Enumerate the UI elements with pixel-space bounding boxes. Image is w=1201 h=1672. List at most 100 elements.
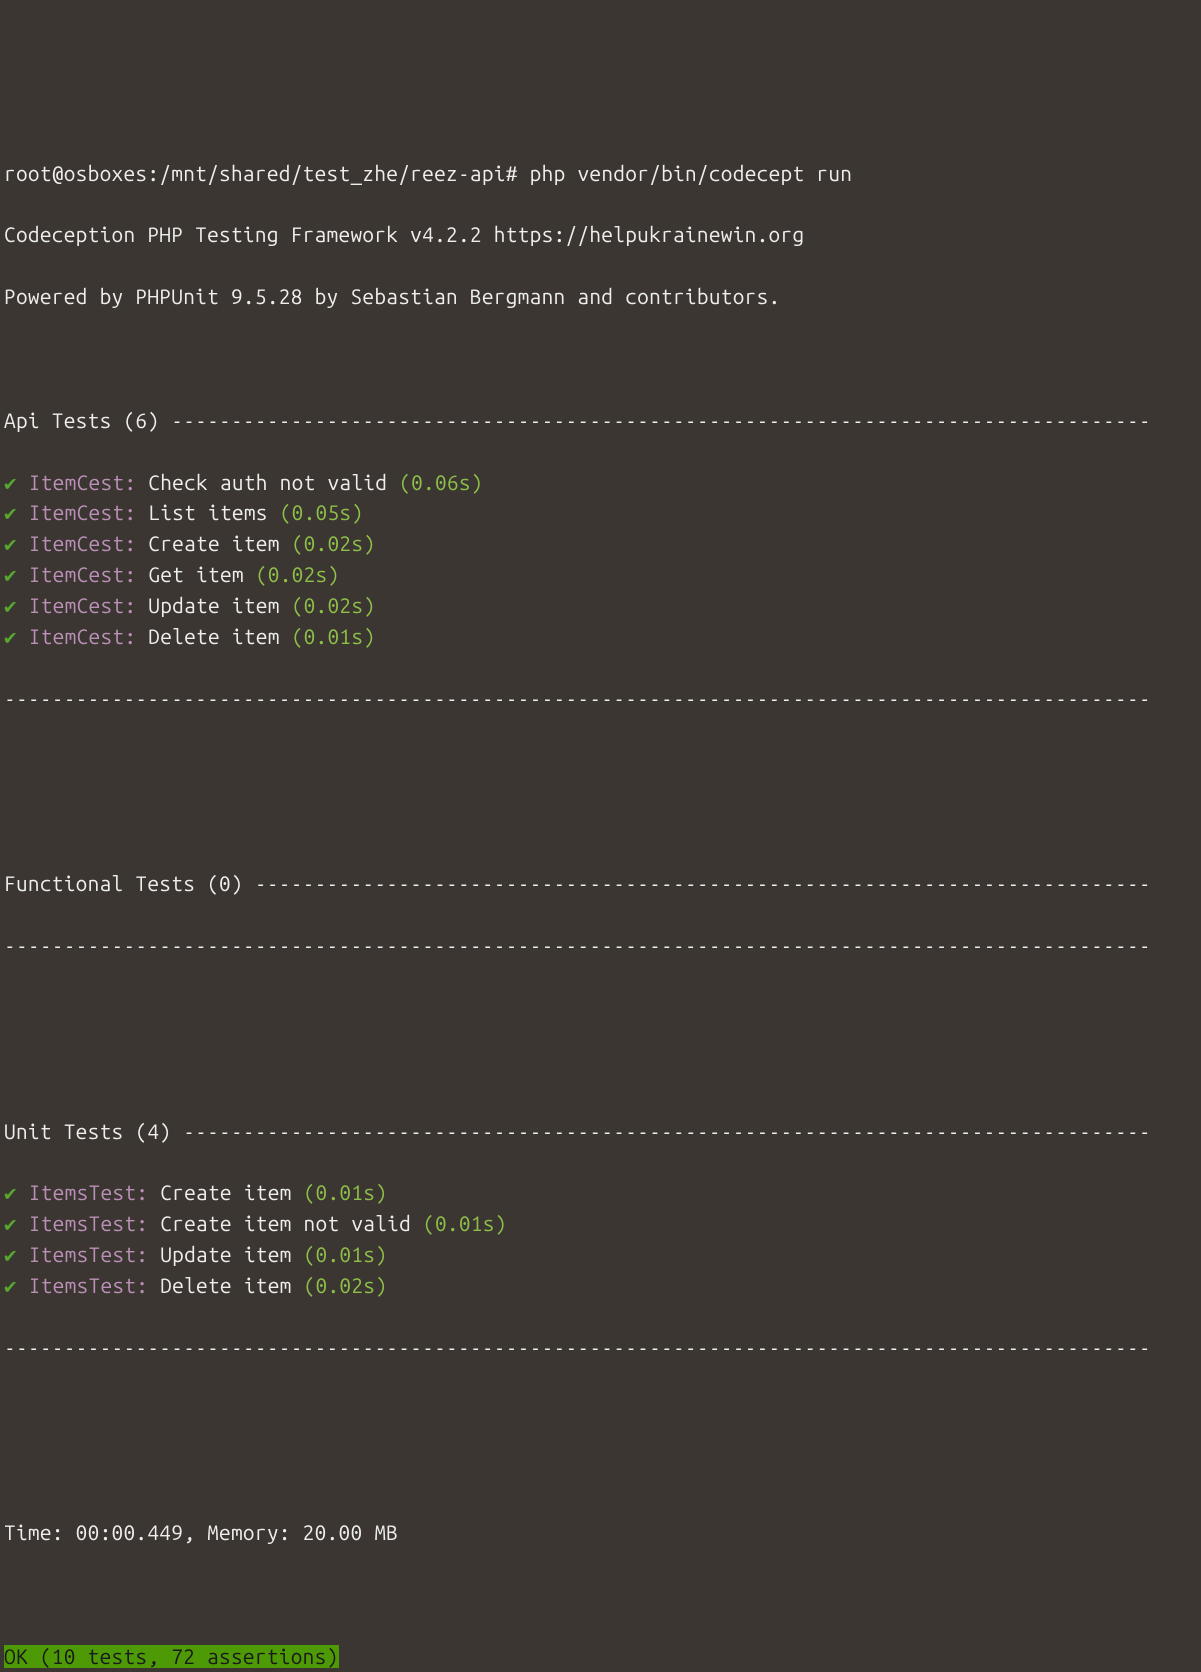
test-name: Create item <box>160 1181 291 1204</box>
check-icon: ✔ <box>4 563 17 586</box>
header-line-2: Powered by PHPUnit 9.5.28 by Sebastian B… <box>4 282 1201 313</box>
test-class: ItemCest: <box>29 563 137 586</box>
space <box>136 625 148 648</box>
space <box>292 1181 304 1204</box>
space <box>268 501 280 524</box>
blank-line <box>4 344 1201 375</box>
unit-suite-header: Unit Tests (4) -------------------------… <box>4 1117 1201 1148</box>
space <box>244 563 256 586</box>
space <box>148 1243 160 1266</box>
test-name: Delete item <box>160 1274 291 1297</box>
check-icon: ✔ <box>4 1212 17 1235</box>
check-icon: ✔ <box>4 532 17 555</box>
test-time: (0.05s) <box>280 501 364 524</box>
dashes: ----------------------------------------… <box>4 684 1201 715</box>
check-icon: ✔ <box>4 1181 17 1204</box>
ok-line: OK (10 tests, 72 assertions) <box>4 1642 1201 1672</box>
test-row: ✔ ItemsTest: Create item not valid (0.01… <box>4 1209 1201 1240</box>
space <box>148 1212 160 1235</box>
test-class: ItemsTest: <box>29 1274 148 1297</box>
check-icon: ✔ <box>4 594 17 617</box>
test-name: List items <box>148 501 267 524</box>
space <box>411 1212 423 1235</box>
test-time: (0.02s) <box>292 532 376 555</box>
test-time: (0.02s) <box>292 594 376 617</box>
dashes: ----------------------------------------… <box>183 1120 1151 1143</box>
test-class: ItemsTest: <box>29 1212 148 1235</box>
test-row: ✔ ItemCest: Delete item (0.01s) <box>4 622 1201 653</box>
unit-tests-list: ✔ ItemsTest: Create item (0.01s)✔ ItemsT… <box>4 1178 1201 1302</box>
space <box>292 1274 304 1297</box>
space <box>17 1212 29 1235</box>
dashes: ----------------------------------------… <box>171 409 1151 432</box>
blank-line <box>4 1580 1201 1611</box>
space <box>280 532 292 555</box>
test-row: ✔ ItemCest: Get item (0.02s) <box>4 560 1201 591</box>
dashes: ----------------------------------------… <box>4 931 1201 962</box>
space <box>136 501 148 524</box>
time-memory: Time: 00:00.449, Memory: 20.00 MB <box>4 1518 1201 1549</box>
test-name: Update item <box>148 594 279 617</box>
terminal-output[interactable]: root@osboxes:/mnt/shared/test_zhe/reez-a… <box>4 128 1201 1672</box>
space <box>518 162 530 185</box>
test-name: Delete item <box>148 625 279 648</box>
prompt-line: root@osboxes:/mnt/shared/test_zhe/reez-a… <box>4 159 1201 190</box>
test-name: Get item <box>148 563 244 586</box>
test-time: (0.01s) <box>423 1212 507 1235</box>
prompt-path: /mnt/shared/test_zhe/reez-api <box>159 162 505 185</box>
blank-line <box>4 1457 1201 1488</box>
test-row: ✔ ItemsTest: Update item (0.01s) <box>4 1240 1201 1271</box>
functional-suite-title: Functional Tests (0) <box>4 872 255 895</box>
test-name: Check auth not valid <box>148 471 387 494</box>
space <box>17 501 29 524</box>
test-class: ItemCest: <box>29 501 137 524</box>
test-row: ✔ ItemCest: Create item (0.02s) <box>4 529 1201 560</box>
test-time: (0.02s) <box>256 563 340 586</box>
header-line-1: Codeception PHP Testing Framework v4.2.2… <box>4 220 1201 251</box>
blank-line <box>4 746 1201 777</box>
space <box>148 1181 160 1204</box>
blank-line <box>4 993 1201 1024</box>
test-row: ✔ ItemsTest: Delete item (0.02s) <box>4 1271 1201 1302</box>
space <box>280 625 292 648</box>
space <box>17 532 29 555</box>
unit-suite-title: Unit Tests (4) <box>4 1120 183 1143</box>
dashes: ----------------------------------------… <box>4 1333 1201 1364</box>
space <box>17 471 29 494</box>
api-tests-list: ✔ ItemCest: Check auth not valid (0.06s)… <box>4 468 1201 653</box>
check-icon: ✔ <box>4 1274 17 1297</box>
test-time: (0.01s) <box>292 625 376 648</box>
check-icon: ✔ <box>4 625 17 648</box>
test-class: ItemsTest: <box>29 1243 148 1266</box>
test-name: Create item <box>148 532 279 555</box>
space <box>17 563 29 586</box>
blank-line <box>4 1055 1201 1086</box>
check-icon: ✔ <box>4 1243 17 1266</box>
space <box>17 594 29 617</box>
ok-status: OK (10 tests, 72 assertions) <box>4 1645 339 1668</box>
space <box>280 594 292 617</box>
test-time: (0.01s) <box>304 1181 388 1204</box>
space <box>17 1243 29 1266</box>
test-row: ✔ ItemCest: Update item (0.02s) <box>4 591 1201 622</box>
space <box>17 1181 29 1204</box>
test-name: Update item <box>160 1243 291 1266</box>
check-icon: ✔ <box>4 501 17 524</box>
test-time: (0.06s) <box>399 471 483 494</box>
dashes: ----------------------------------------… <box>255 872 1151 895</box>
test-name: Create item not valid <box>160 1212 411 1235</box>
test-class: ItemCest: <box>29 594 137 617</box>
api-suite-header: Api Tests (6) --------------------------… <box>4 406 1201 437</box>
test-class: ItemCest: <box>29 532 137 555</box>
space <box>148 1274 160 1297</box>
space <box>136 532 148 555</box>
blank-line <box>4 808 1201 839</box>
functional-suite-header: Functional Tests (0) -------------------… <box>4 869 1201 900</box>
command-text: php vendor/bin/codecept run <box>530 162 853 185</box>
prompt-user-host: root@osboxes <box>4 162 147 185</box>
blank-line <box>4 1395 1201 1426</box>
prompt-colon: : <box>147 162 159 185</box>
check-icon: ✔ <box>4 471 17 494</box>
test-row: ✔ ItemCest: Check auth not valid (0.06s) <box>4 468 1201 499</box>
prompt-hash: # <box>506 162 518 185</box>
